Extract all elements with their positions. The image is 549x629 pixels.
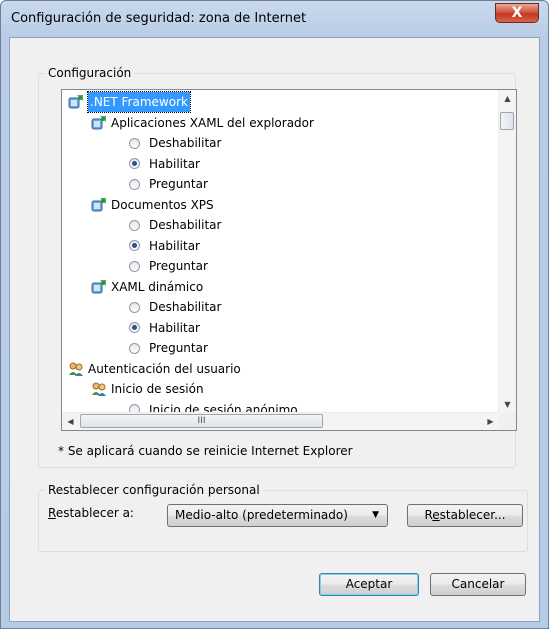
ok-button[interactable]: Aceptar — [319, 573, 419, 596]
radio-checked-icon[interactable] — [129, 240, 140, 251]
scroll-up-icon[interactable]: ▲ — [499, 90, 516, 107]
tree-category[interactable]: XAML dinámico — [91, 277, 203, 297]
vertical-scrollbar[interactable]: ▲ ▼ — [498, 90, 516, 413]
reset-level-value: Medio-alto (predeterminado) — [175, 508, 348, 522]
tree-category[interactable]: Aplicaciones XAML del explorador — [91, 113, 314, 133]
settings-tree[interactable]: .NET Framework Aplicaciones XAML del expl… — [61, 89, 517, 431]
tree-category[interactable]: Autenticación del usuario — [68, 359, 241, 379]
scroll-right-icon[interactable]: ▶ — [482, 413, 499, 430]
tree-option[interactable]: Preguntar — [129, 174, 208, 194]
dropdown-arrow-icon: ▼ — [372, 510, 379, 520]
window-title: Configuración de seguridad: zona de Inte… — [11, 11, 307, 26]
scroll-left-icon[interactable]: ◀ — [62, 413, 79, 430]
settings-category-icon — [68, 94, 84, 110]
tree-option[interactable]: Habilitar — [129, 318, 200, 338]
radio-unchecked-icon[interactable] — [129, 178, 140, 190]
tree-category-label: .NET Framework — [87, 91, 191, 113]
tree-option-label: Habilitar — [149, 238, 200, 253]
radio-checked-icon[interactable] — [129, 322, 140, 333]
horizontal-scrollbar[interactable]: ◀ III ▶ — [62, 412, 499, 430]
tree-option-label: Habilitar — [149, 156, 200, 171]
close-button[interactable]: X — [495, 3, 539, 23]
tree-option-label: Deshabilitar — [149, 136, 222, 150]
tree-option[interactable]: Habilitar — [129, 154, 200, 174]
scroll-down-icon[interactable]: ▼ — [499, 396, 516, 413]
radio-unchecked-icon[interactable] — [129, 219, 140, 231]
settings-category-icon — [91, 197, 107, 213]
tree-option-label: Deshabilitar — [149, 218, 222, 232]
tree-option[interactable]: Preguntar — [129, 256, 208, 276]
tree-option[interactable]: Deshabilitar — [129, 133, 221, 153]
horizontal-scroll-thumb[interactable]: III — [80, 414, 323, 428]
settings-category-icon — [91, 279, 107, 295]
tree-category-label: Autenticación del usuario — [88, 361, 241, 376]
tree-option-label: Preguntar — [149, 177, 208, 191]
restart-note: * Se aplicará cuando se reinicie Interne… — [58, 444, 353, 458]
tree-category[interactable]: Documentos XPS — [91, 195, 214, 215]
radio-checked-icon[interactable] — [129, 158, 140, 169]
cancel-button[interactable]: Cancelar — [430, 573, 526, 596]
radio-unchecked-icon[interactable] — [129, 301, 140, 313]
tree-option-label: Habilitar — [149, 320, 200, 335]
tree-option-label: Preguntar — [149, 341, 208, 355]
tree-option-label: Preguntar — [149, 259, 208, 273]
tree-category-label: Documentos XPS — [111, 197, 214, 212]
tree-option-label: Deshabilitar — [149, 300, 222, 314]
vertical-scroll-thumb[interactable] — [500, 112, 514, 130]
security-settings-dialog: Configuración de seguridad: zona de Inte… — [0, 0, 549, 629]
tree-option[interactable]: Habilitar — [129, 236, 200, 256]
tree-category-label: Aplicaciones XAML del explorador — [111, 115, 314, 130]
tree-option[interactable]: Preguntar — [129, 338, 208, 358]
reset-group-label: Restablecer configuración personal — [45, 483, 263, 497]
settings-group-label: Configuración — [45, 66, 135, 80]
radio-unchecked-icon[interactable] — [129, 342, 140, 354]
scrollbar-corner — [499, 413, 516, 430]
tree-category-label: Inicio de sesión — [111, 382, 204, 396]
reset-level-dropdown[interactable]: Medio-alto (predeterminado) ▼ — [167, 504, 388, 527]
tree-category[interactable]: Inicio de sesión — [91, 379, 204, 399]
users-icon — [91, 381, 107, 397]
settings-category-icon — [91, 115, 107, 131]
users-icon — [68, 361, 84, 377]
tree-category[interactable]: .NET Framework — [68, 91, 191, 113]
radio-unchecked-icon[interactable] — [129, 260, 140, 272]
reset-to-label: Restablecer a: — [48, 506, 134, 520]
tree-category-label: XAML dinámico — [111, 279, 204, 294]
radio-unchecked-icon[interactable] — [129, 137, 140, 149]
tree-option[interactable]: Deshabilitar — [129, 215, 221, 235]
reset-button[interactable]: Restablecer... — [407, 504, 523, 527]
title-bar[interactable]: Configuración de seguridad: zona de Inte… — [1, 1, 548, 37]
tree-option[interactable]: Deshabilitar — [129, 297, 221, 317]
close-icon: X — [511, 5, 523, 21]
